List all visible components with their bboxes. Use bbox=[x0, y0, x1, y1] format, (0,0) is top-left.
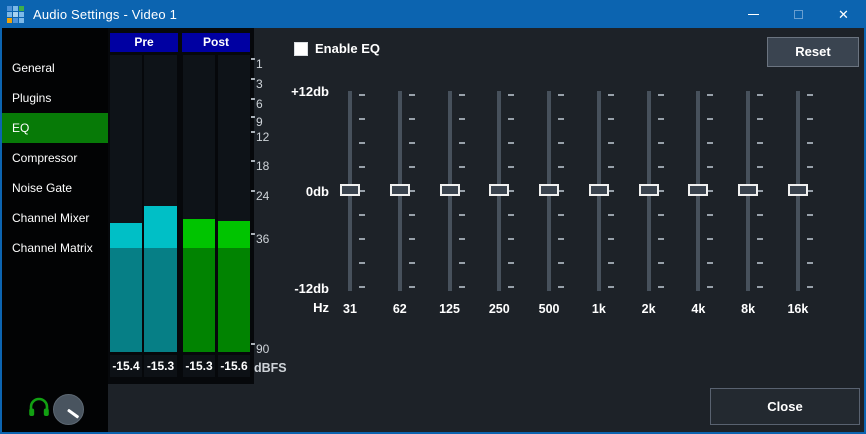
audio-meter-panel: Pre Post -15.4 -15.3 -15.3 -15.6 bbox=[108, 28, 254, 384]
meter-bar-body bbox=[218, 248, 250, 352]
audio-settings-window: Audio Settings - Video 1 ✕ General Plugi… bbox=[0, 0, 866, 434]
eq-slider-handle[interactable] bbox=[340, 184, 360, 196]
eq-axis-min-label: -12db bbox=[252, 281, 329, 296]
meter-value-post-left: -15.3 bbox=[183, 355, 215, 377]
meter-group-post-header: Post bbox=[182, 33, 250, 52]
sidebar-item-channel-matrix[interactable]: Channel Matrix bbox=[2, 233, 108, 263]
meter-scale-label: 90 bbox=[256, 343, 282, 356]
meter-bar-body bbox=[183, 248, 215, 352]
eq-band-frequency-label: 250 bbox=[474, 302, 524, 316]
meter-bar-body bbox=[110, 248, 142, 352]
eq-slider-handle[interactable] bbox=[440, 184, 460, 196]
eq-slider-handle[interactable] bbox=[738, 184, 758, 196]
eq-band-4khz: 4k bbox=[681, 91, 715, 291]
meter-value-pre-right: -15.3 bbox=[144, 355, 177, 377]
eq-band-1khz: 1k bbox=[582, 91, 616, 291]
maximize-icon bbox=[794, 10, 803, 19]
enable-eq-checkbox[interactable] bbox=[294, 42, 308, 56]
sidebar-item-eq[interactable]: EQ bbox=[2, 113, 108, 143]
meter-group-pre-header: Pre bbox=[110, 33, 178, 52]
meter-scale-label: 6 bbox=[256, 98, 282, 111]
eq-slider-handle[interactable] bbox=[788, 184, 808, 196]
eq-band-31hz: 31 bbox=[333, 91, 367, 291]
sidebar-item-general[interactable]: General bbox=[2, 53, 108, 83]
eq-band-250hz: 250 bbox=[482, 91, 516, 291]
meter-scale-label: 18 bbox=[256, 160, 282, 173]
meter-bar-peak bbox=[144, 206, 177, 248]
meter-channel-post-left bbox=[183, 55, 215, 352]
enable-eq-toggle[interactable]: Enable EQ bbox=[294, 41, 380, 56]
eq-slider-handle[interactable] bbox=[489, 184, 509, 196]
sidebar-item-channel-mixer[interactable]: Channel Mixer bbox=[2, 203, 108, 233]
sidebar-item-plugins[interactable]: Plugins bbox=[2, 83, 108, 113]
eq-band-sliders: 31 62 125 250 500 bbox=[333, 91, 815, 321]
eq-band-16khz: 16k bbox=[781, 91, 815, 291]
meter-channel-pre-right bbox=[144, 55, 177, 352]
reset-button[interactable]: Reset bbox=[767, 37, 859, 67]
headphones-icon[interactable] bbox=[27, 395, 51, 419]
eq-band-8khz: 8k bbox=[731, 91, 765, 291]
close-icon: ✕ bbox=[838, 8, 849, 21]
meter-scale-label: 36 bbox=[256, 233, 282, 246]
minimize-button[interactable] bbox=[731, 0, 776, 28]
knob-indicator bbox=[67, 409, 79, 419]
window-controls: ✕ bbox=[731, 0, 866, 28]
sidebar-item-noise-gate[interactable]: Noise Gate bbox=[2, 173, 108, 203]
meter-bar-peak bbox=[218, 221, 250, 248]
meter-unit-label: dBFS bbox=[254, 361, 287, 375]
meter-channel-pre-left bbox=[110, 55, 142, 352]
sidebar: General Plugins EQ Compressor Noise Gate… bbox=[2, 28, 108, 432]
eq-band-frequency-label: 1k bbox=[574, 302, 624, 316]
eq-slider-handle[interactable] bbox=[589, 184, 609, 196]
eq-band-frequency-label: 500 bbox=[524, 302, 574, 316]
eq-band-2khz: 2k bbox=[632, 91, 666, 291]
meter-scale-label: 9 bbox=[256, 116, 282, 129]
eq-axis-max-label: +12db bbox=[252, 84, 329, 99]
maximize-button[interactable] bbox=[776, 0, 821, 28]
eq-band-frequency-label: 2k bbox=[624, 302, 674, 316]
eq-band-125hz: 125 bbox=[433, 91, 467, 291]
eq-slider-handle[interactable] bbox=[688, 184, 708, 196]
close-button[interactable]: Close bbox=[710, 388, 860, 425]
meter-scale-label: 12 bbox=[256, 131, 282, 144]
titlebar: Audio Settings - Video 1 ✕ bbox=[0, 0, 866, 28]
meter-bar-peak bbox=[110, 223, 142, 248]
enable-eq-label: Enable EQ bbox=[315, 41, 380, 56]
meter-bar-peak bbox=[183, 219, 215, 248]
meter-value-pre-left: -15.4 bbox=[110, 355, 142, 377]
minimize-icon bbox=[748, 14, 759, 15]
close-window-button[interactable]: ✕ bbox=[821, 0, 866, 28]
eq-band-frequency-label: 4k bbox=[673, 302, 723, 316]
eq-band-62hz: 62 bbox=[383, 91, 417, 291]
eq-axis-freq-unit-label: Hz bbox=[252, 300, 329, 315]
sidebar-item-compressor[interactable]: Compressor bbox=[2, 143, 108, 173]
eq-band-frequency-label: 31 bbox=[325, 302, 375, 316]
eq-slider-handle[interactable] bbox=[390, 184, 410, 196]
eq-band-frequency-label: 16k bbox=[773, 302, 823, 316]
volume-knob[interactable] bbox=[53, 394, 84, 425]
meter-scale-label: 1 bbox=[256, 58, 282, 71]
window-title: Audio Settings - Video 1 bbox=[33, 7, 177, 22]
eq-slider-handle[interactable] bbox=[539, 184, 559, 196]
eq-band-frequency-label: 125 bbox=[425, 302, 475, 316]
eq-band-frequency-label: 8k bbox=[723, 302, 773, 316]
meter-bar-body bbox=[144, 248, 177, 352]
app-logo-icon bbox=[7, 6, 24, 23]
eq-band-500hz: 500 bbox=[532, 91, 566, 291]
eq-band-frequency-label: 62 bbox=[375, 302, 425, 316]
eq-slider-handle[interactable] bbox=[639, 184, 659, 196]
eq-axis-mid-label: 0db bbox=[252, 184, 329, 199]
meter-value-post-right: -15.6 bbox=[218, 355, 250, 377]
meter-channel-post-right bbox=[218, 55, 250, 352]
